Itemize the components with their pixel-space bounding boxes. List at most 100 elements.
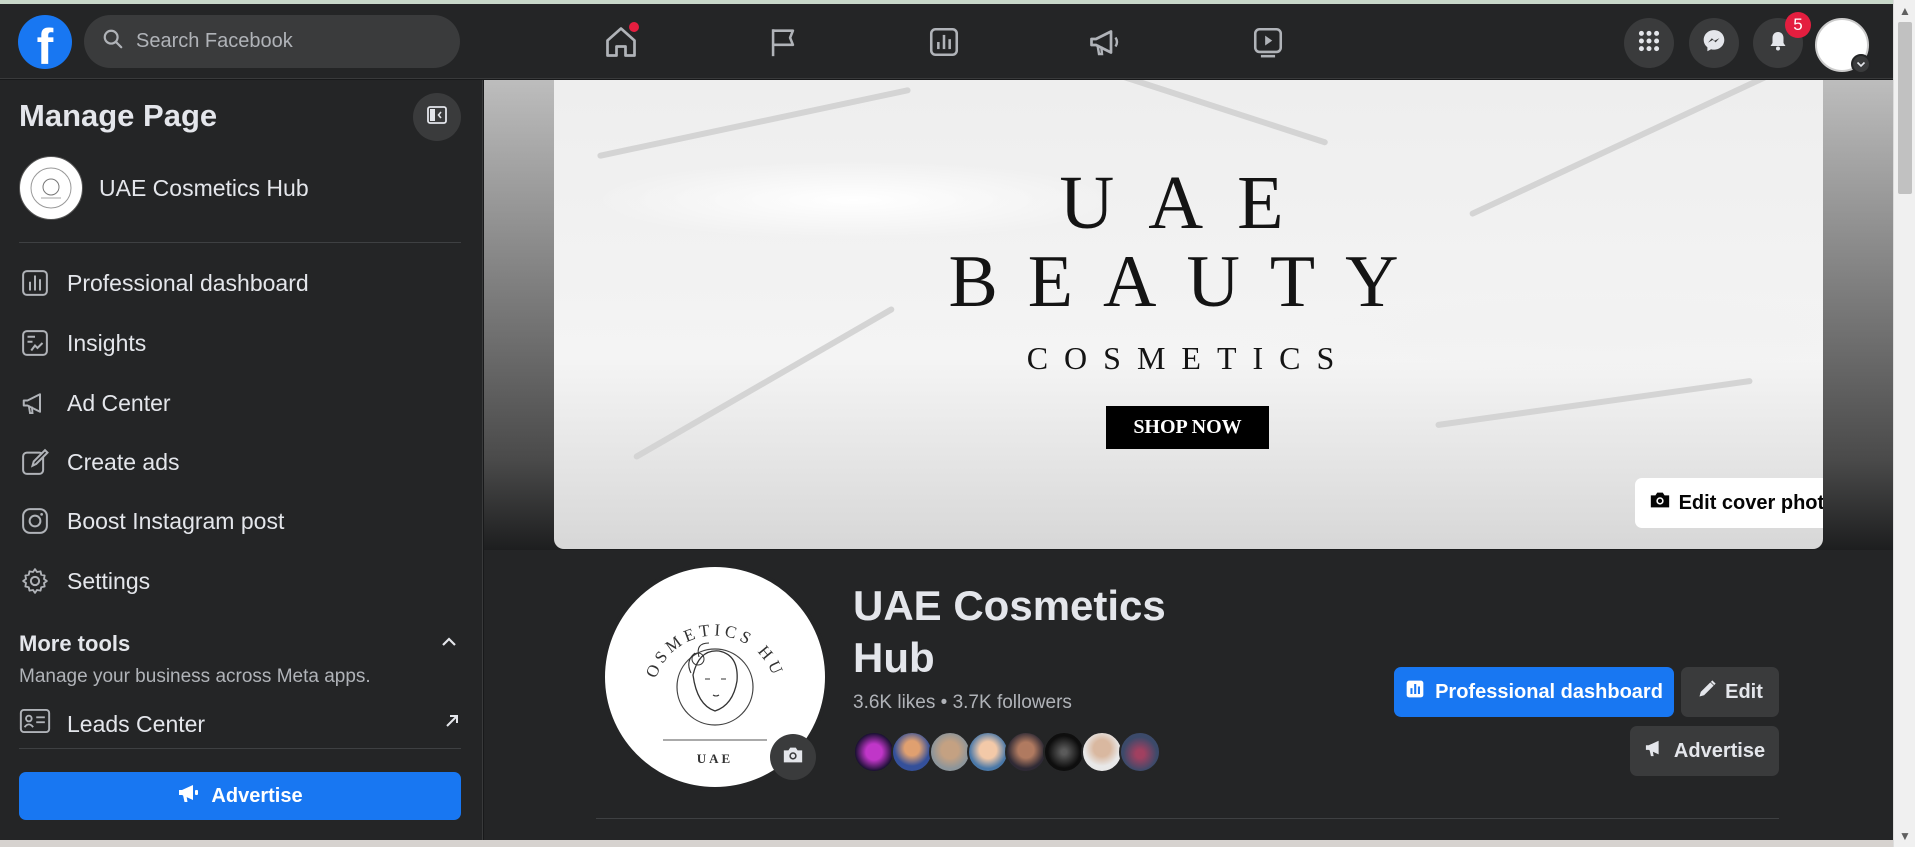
update-profile-picture-button[interactable] <box>770 734 816 780</box>
scrollbar-thumb[interactable] <box>1898 22 1912 194</box>
sidebar-item-label: Create ads <box>67 448 180 475</box>
avatar[interactable] <box>1005 731 1047 773</box>
sidebar-divider <box>19 242 461 243</box>
account-avatar[interactable] <box>1815 18 1871 74</box>
avatar[interactable] <box>1081 731 1123 773</box>
menu-grid-button[interactable] <box>1624 18 1674 68</box>
external-link-arrow-icon <box>443 709 461 736</box>
notifications-button[interactable]: 5 <box>1753 12 1811 68</box>
more-tools-subtitle: Manage your business across Meta apps. <box>19 666 371 687</box>
cover-texture <box>1435 377 1753 429</box>
profile-header-divider <box>596 818 1779 819</box>
camera-icon <box>1649 490 1671 516</box>
advertise-button[interactable]: Advertise <box>1630 726 1779 776</box>
pages-flag-icon[interactable] <box>763 22 803 62</box>
sidebar-item-insights[interactable]: Insights <box>19 327 146 359</box>
sidebar-page-switcher[interactable]: UAE Cosmetics Hub <box>19 156 309 220</box>
gear-icon <box>19 565 51 597</box>
page-bottom-edge <box>0 840 1893 847</box>
notification-count-badge: 5 <box>1785 12 1811 38</box>
edit-label: Edit <box>1725 680 1763 703</box>
cover-shop-now-label: SHOP NOW <box>1106 406 1269 449</box>
avatar[interactable] <box>1043 731 1085 773</box>
sidebar-divider-bottom <box>19 748 461 749</box>
top-navigation-bar: f 5 <box>0 4 1893 79</box>
bell-icon <box>1766 29 1790 58</box>
edit-icon <box>19 446 51 478</box>
ad-center-megaphone-icon[interactable] <box>1085 22 1125 62</box>
messenger-icon <box>1701 28 1727 59</box>
cover-texture <box>632 305 896 461</box>
manage-page-sidebar: Manage Page UAE Cosmetics Hub Profession… <box>0 80 483 847</box>
sidebar-item-boost-instagram-post[interactable]: Boost Instagram post <box>19 505 284 537</box>
leads-center-icon <box>19 707 51 741</box>
scroll-down-arrow-icon[interactable]: ▼ <box>1899 829 1911 843</box>
megaphone-icon <box>1644 738 1666 764</box>
sidebar-item-create-ads[interactable]: Create ads <box>19 446 180 478</box>
sidebar-item-label: Boost Instagram post <box>67 507 285 534</box>
sidebar-item-label: Insights <box>67 329 147 356</box>
search-icon <box>102 28 124 55</box>
sidebar-item-settings[interactable]: Settings <box>19 565 150 597</box>
search-input[interactable] <box>136 30 436 53</box>
scroll-up-arrow-icon[interactable]: ▲ <box>1899 4 1911 18</box>
professional-dashboard-button[interactable]: Professional dashboard <box>1394 667 1674 717</box>
megaphone-icon <box>177 782 201 810</box>
edit-cover-label: Edit cover photo <box>1678 491 1823 514</box>
page-title: UAE Cosmetics Hub <box>853 582 1166 681</box>
page-main-content: UAE BEAUTY COSMETICS SHOP NOW Edit cover… <box>484 80 1893 847</box>
sidebar-title: Manage Page <box>19 98 218 133</box>
sidebar-page-name: UAE Cosmetics Hub <box>99 174 309 201</box>
sidebar-item-label: Ad Center <box>67 389 171 416</box>
insights-icon <box>19 327 51 359</box>
facebook-logo[interactable]: f <box>18 15 72 69</box>
vertical-scrollbar[interactable]: ▲ ▼ <box>1893 0 1915 847</box>
messenger-button[interactable] <box>1689 18 1739 68</box>
professional-dashboard-label: Professional dashboard <box>1435 680 1663 703</box>
collapse-sidebar-button[interactable] <box>413 93 461 141</box>
avatar[interactable] <box>853 731 895 773</box>
profile-pic-uae-text: UAE <box>697 751 733 766</box>
avatar[interactable] <box>891 731 933 773</box>
sidebar-item-leads-center[interactable]: Leads Center <box>19 707 461 741</box>
sidebar-advertise-button[interactable]: Advertise <box>19 772 461 820</box>
pencil-icon <box>1697 679 1717 705</box>
avatar[interactable] <box>929 731 971 773</box>
sidebar-toggle-icon <box>425 103 449 132</box>
grid-icon <box>1636 28 1662 59</box>
chevron-up-icon[interactable] <box>440 633 458 656</box>
home-notification-dot <box>629 22 639 32</box>
cover-photo[interactable]: UAE BEAUTY COSMETICS SHOP NOW Edit cover… <box>554 80 1823 549</box>
advertise-label: Advertise <box>211 784 303 807</box>
cover-headline-cosmetics: COSMETICS <box>1026 340 1351 376</box>
video-play-icon[interactable] <box>1248 22 1288 62</box>
cover-headline-uae: UAE <box>1059 161 1318 245</box>
dashboard-icon <box>1405 679 1425 705</box>
megaphone-icon <box>19 387 51 419</box>
sidebar-item-ad-center[interactable]: Ad Center <box>19 387 171 419</box>
cover-texture <box>596 86 912 160</box>
sidebar-item-professional-dashboard[interactable]: Professional dashboard <box>19 267 309 299</box>
edit-cover-photo-button[interactable]: Edit cover photo <box>1635 478 1823 528</box>
follower-avatars <box>853 731 1161 773</box>
sidebar-item-label: Settings <box>67 567 151 594</box>
avatar[interactable] <box>967 731 1009 773</box>
search-box[interactable] <box>84 15 460 68</box>
profile-pic-brand-text: COSMETICS HUB <box>615 577 788 681</box>
camera-icon <box>782 745 804 770</box>
chevron-down-icon <box>1851 54 1871 74</box>
dashboard-icon <box>19 267 51 299</box>
advertise-label: Advertise <box>1673 739 1766 762</box>
cover-headline-beauty: BEAUTY <box>948 241 1429 323</box>
likes-followers-count[interactable]: 3.6K likes • 3.7K followers <box>853 692 1072 714</box>
page-avatar <box>19 156 83 220</box>
avatar[interactable] <box>1119 731 1161 773</box>
sidebar-item-label: Professional dashboard <box>67 269 309 296</box>
cover-texture <box>1079 80 1329 147</box>
insights-chart-icon[interactable] <box>924 22 964 62</box>
instagram-icon <box>19 505 51 537</box>
sidebar-item-label: Leads Center <box>67 710 206 737</box>
more-tools-heading[interactable]: More tools <box>19 631 130 657</box>
edit-page-button[interactable]: Edit <box>1681 667 1779 717</box>
home-icon[interactable] <box>601 22 641 62</box>
